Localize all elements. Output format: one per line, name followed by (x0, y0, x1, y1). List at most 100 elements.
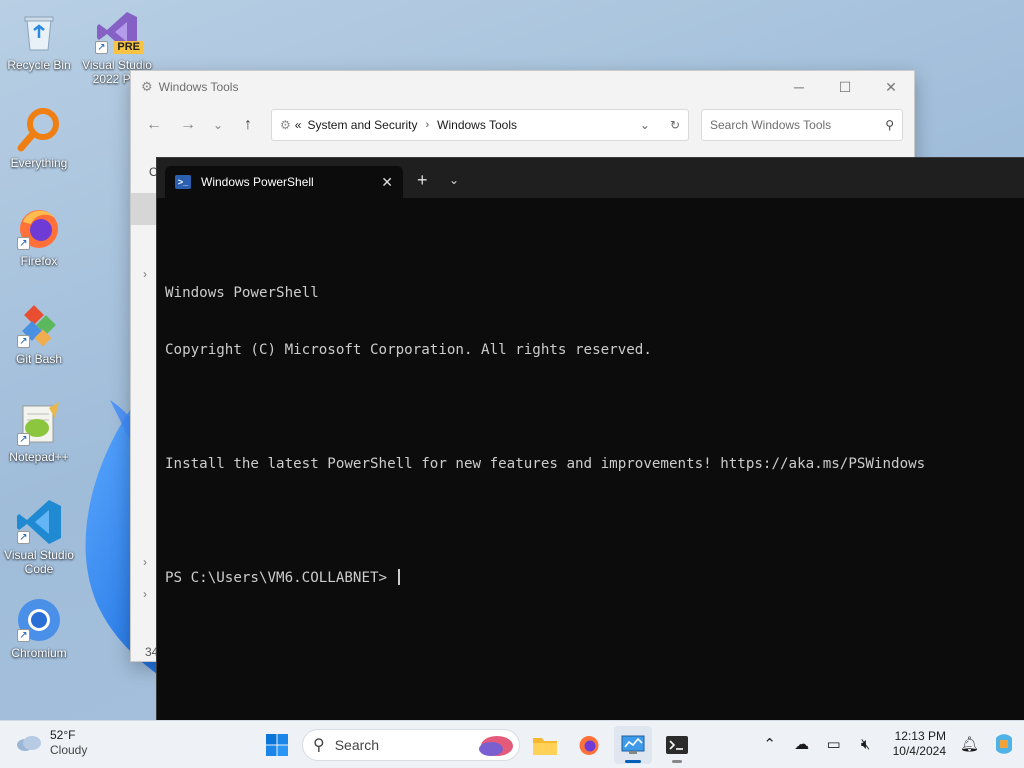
firefox-icon: ↗ (15, 204, 63, 252)
breadcrumb-separator-icon[interactable]: › (426, 119, 430, 131)
shortcut-arrow-icon: ↗ (17, 433, 30, 446)
chromium-icon: ↗ (15, 596, 63, 644)
folder-icon (533, 738, 557, 755)
desktop-icon-notepadpp[interactable]: ↗ Notepad++ (2, 400, 76, 464)
shortcut-arrow-icon: ↗ (17, 629, 30, 642)
shortcut-arrow-icon: ↗ (17, 335, 30, 348)
control-panel-icon (621, 735, 645, 754)
desktop-icon-vscode[interactable]: ↗ Visual Studio Code (2, 498, 76, 576)
explorer-titlebar[interactable]: ⚙ Windows Tools ─ ☐ ✕ (131, 71, 914, 103)
pre-badge: PRE (114, 41, 143, 54)
terminal-window[interactable]: >_ Windows PowerShell ✕ + ⌄ Windows Powe… (156, 157, 1024, 720)
breadcrumb-overflow[interactable]: « (295, 118, 302, 132)
desktop-icon-git-bash[interactable]: ↗ Git Bash (2, 302, 76, 366)
close-button[interactable]: ✕ (868, 71, 914, 103)
taskbar-terminal[interactable] (658, 726, 696, 764)
volume-icon[interactable]: 🔇︎ (857, 736, 875, 753)
desktop-icon-everything[interactable]: Everything (2, 106, 76, 170)
tab-title: Windows PowerShell (201, 175, 314, 189)
new-tab-button[interactable]: + (417, 170, 428, 191)
desktop-icon-label: Git Bash (15, 352, 63, 366)
visual-studio-icon: ↗ PRE (93, 8, 143, 56)
close-tab-icon[interactable]: ✕ (381, 174, 393, 191)
up-button[interactable]: ↑ (231, 110, 265, 140)
clock-date: 10/4/2024 (892, 744, 946, 758)
terminal-tabbar[interactable]: >_ Windows PowerShell ✕ + ⌄ (157, 158, 1024, 198)
taskbar-search-label: Search (334, 737, 380, 753)
control-panel-icon: ⚙ (141, 79, 153, 94)
weather-condition: Cloudy (50, 743, 88, 757)
taskbar: 52°F Cloudy ⚲ Search ⌃ ☁ ▭ 🔇︎ 12:13 PM 1… (0, 720, 1024, 768)
desktop-icon-label: Recycle Bin (7, 58, 71, 72)
tab-dropdown-icon[interactable]: ⌄ (449, 173, 459, 187)
clock-time: 12:13 PM (894, 729, 946, 743)
shortcut-arrow-icon: ↗ (17, 237, 30, 250)
terminal-prompt: PS C:\Users\VM6.COLLABNET> (165, 570, 396, 586)
breadcrumb-system-and-security[interactable]: System and Security (307, 118, 417, 132)
desktop-icon-label: Notepad++ (9, 450, 69, 464)
forward-button[interactable]: → (171, 110, 205, 140)
notepadpp-icon: ↗ (15, 400, 63, 448)
terminal-output[interactable]: Windows PowerShell Copyright (C) Microso… (157, 198, 1024, 626)
terminal-line: Install the latest PowerShell for new fe… (165, 456, 926, 472)
desktop-icon-recycle-bin[interactable]: Recycle Bin (2, 8, 76, 72)
desktop-icon-label: Visual Studio Code (4, 548, 74, 576)
network-icon[interactable]: ▭ (825, 735, 843, 753)
search-highlight-icon (479, 736, 513, 756)
powershell-icon: >_ (175, 175, 191, 189)
active-indicator (625, 760, 641, 763)
expand-chevron-icon[interactable]: › (143, 267, 147, 281)
recycle-bin-icon (15, 8, 63, 56)
show-hidden-icons-chevron-icon[interactable]: ⌃ (761, 735, 779, 753)
control-panel-icon: ⚙ (280, 118, 291, 132)
search-icon: ⚲ (313, 737, 325, 754)
expand-chevron-icon[interactable]: › (143, 587, 147, 601)
expand-chevron-icon[interactable]: › (143, 555, 147, 569)
terminal-prompt-line[interactable]: PS C:\Users\VM6.COLLABNET> (165, 569, 1024, 588)
windows-logo-icon (266, 734, 288, 756)
search-icon: ⚲ (885, 118, 894, 132)
terminal-line: Windows PowerShell (165, 285, 319, 301)
weather-widget[interactable]: 52°F Cloudy (16, 728, 87, 758)
address-bar[interactable]: ⚙ « System and Security › Windows Tools … (271, 109, 689, 141)
system-tray: ⌃ ☁ ▭ 🔇︎ 12:13 PM 10/4/2024 🔔︎ (761, 729, 1016, 759)
text-cursor (397, 569, 400, 585)
terminal-line: Copyright (C) Microsoft Corporation. All… (165, 342, 652, 358)
weather-temp: 52°F (50, 728, 76, 742)
terminal-icon (666, 736, 688, 754)
firefox-icon (579, 736, 599, 755)
shortcut-arrow-icon: ↗ (17, 531, 30, 544)
explorer-search-input[interactable]: Search Windows Tools ⚲ (701, 109, 903, 141)
refresh-icon[interactable]: ↻ (670, 118, 680, 132)
recent-locations-button[interactable]: ⌄ (205, 110, 231, 140)
running-indicator (672, 760, 682, 763)
taskbar-search[interactable]: ⚲ Search (302, 729, 520, 761)
everything-search-icon (15, 106, 63, 154)
desktop-icon-label: Chromium (11, 646, 67, 660)
git-bash-icon: ↗ (15, 302, 63, 350)
desktop-icon-label: Everything (10, 156, 68, 170)
desktop-icon-firefox[interactable]: ↗ Firefox (2, 204, 76, 268)
address-dropdown-icon[interactable]: ⌄ (640, 118, 650, 132)
start-button[interactable] (258, 726, 296, 764)
back-button[interactable]: ← (137, 110, 171, 140)
explorer-title: Windows Tools (158, 80, 239, 94)
minimize-button[interactable]: ─ (776, 71, 822, 103)
onedrive-offline-icon[interactable]: ☁ (793, 735, 811, 753)
clock[interactable]: 12:13 PM 10/4/2024 (893, 729, 946, 759)
copilot-icon[interactable] (992, 732, 1016, 756)
taskbar-control-panel[interactable] (614, 726, 652, 764)
taskbar-firefox[interactable] (570, 726, 608, 764)
desktop-icon-label: Firefox (20, 254, 58, 268)
terminal-tab-powershell[interactable]: >_ Windows PowerShell ✕ (165, 166, 403, 198)
desktop-icon-chromium[interactable]: ↗ Chromium (2, 596, 76, 660)
explorer-navbar: ← → ⌄ ↑ ⚙ « System and Security › Window… (131, 103, 914, 147)
notification-bell-icon[interactable]: 🔔︎ (960, 735, 979, 753)
breadcrumb-windows-tools[interactable]: Windows Tools (437, 118, 517, 132)
taskbar-file-explorer[interactable] (526, 726, 564, 764)
shortcut-arrow-icon: ↗ (95, 41, 108, 54)
maximize-button[interactable]: ☐ (822, 71, 868, 103)
vscode-icon: ↗ (15, 498, 63, 546)
